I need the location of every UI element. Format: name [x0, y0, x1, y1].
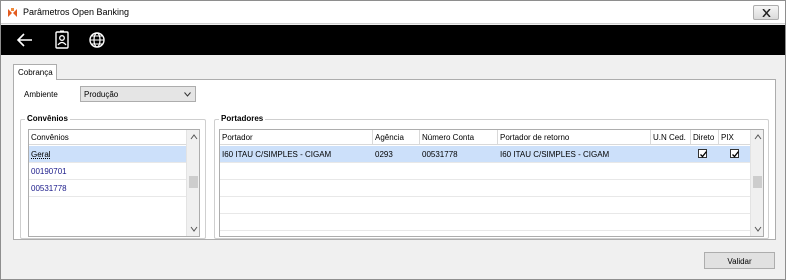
pix-checkbox[interactable]: [730, 149, 740, 158]
ambiente-value: Produção: [84, 90, 119, 99]
table-row-empty: [220, 180, 752, 197]
globe-icon: [89, 32, 105, 48]
table-row-empty: [220, 197, 752, 214]
tab-label: Cobrança: [18, 68, 53, 77]
table-row-empty: [220, 163, 752, 180]
scroll-down-icon[interactable]: [754, 225, 762, 233]
list-item[interactable]: 00190701: [29, 163, 188, 180]
column-header-portador-retorno[interactable]: Portador de retorno: [498, 130, 651, 145]
un-ced-cell: [651, 146, 691, 163]
portadores-scrollbar[interactable]: [750, 130, 763, 236]
column-header-agencia[interactable]: Agência: [373, 130, 420, 145]
convenios-scrollbar[interactable]: [186, 130, 199, 236]
convenio-cell: 00190701: [31, 167, 67, 176]
column-header-direto[interactable]: Direto: [691, 130, 719, 145]
back-arrow-icon: [16, 33, 32, 47]
table-row[interactable]: I60 ITAU C/SIMPLES - CIGAM 0293 00531778…: [220, 146, 752, 163]
tab-panel-cobranca: Ambiente Produção Convênios Convênios Ge…: [13, 79, 776, 240]
ambiente-label: Ambiente: [24, 90, 58, 99]
convenios-grid: Convênios Geral 00190701 00531778: [28, 129, 200, 237]
convenios-grid-header: Convênios: [29, 130, 188, 145]
column-header-un-ced[interactable]: U.N Ced.: [651, 130, 691, 145]
portadores-group: Portadores Portador Agência Número Conta…: [214, 114, 769, 239]
checkmark-icon: [700, 151, 708, 158]
scroll-up-icon[interactable]: [754, 133, 762, 141]
title-bar: Parâmetros Open Banking: [1, 1, 785, 24]
close-button[interactable]: [753, 5, 779, 20]
portador-cell: I60 ITAU C/SIMPLES - CIGAM: [222, 150, 332, 159]
convenios-group: Convênios Convênios Geral 00190701 00531…: [20, 114, 206, 239]
portadores-grid: Portador Agência Número Conta Portador d…: [219, 129, 764, 237]
close-icon: [762, 9, 771, 17]
agencia-cell: 0293: [375, 150, 393, 159]
contacts-button[interactable]: [51, 29, 73, 51]
list-item[interactable]: 00531778: [29, 180, 188, 197]
toolbar: [1, 25, 785, 55]
validar-button[interactable]: Validar: [704, 252, 775, 269]
main-window: Parâmetros Open Banking Cobrança Ambient…: [0, 0, 786, 280]
scroll-thumb[interactable]: [189, 176, 198, 188]
scroll-down-icon[interactable]: [190, 225, 198, 233]
convenio-cell: 00531778: [31, 184, 67, 193]
scroll-up-icon[interactable]: [190, 133, 198, 141]
column-header-convenios[interactable]: Convênios: [29, 130, 188, 145]
list-item[interactable]: Geral: [29, 146, 188, 163]
chevron-down-icon: [184, 92, 191, 97]
scroll-thumb[interactable]: [753, 176, 762, 188]
direto-checkbox[interactable]: [698, 149, 708, 158]
column-header-numero-conta[interactable]: Número Conta: [420, 130, 498, 145]
conta-cell: 00531778: [422, 150, 458, 159]
id-card-icon: [55, 30, 69, 49]
table-row-empty: [220, 214, 752, 231]
content-area: Cobrança Ambiente Produção Convênios Con…: [1, 55, 785, 279]
back-button[interactable]: [14, 29, 36, 51]
window-title: Parâmetros Open Banking: [23, 7, 130, 17]
column-header-pix[interactable]: PIX: [719, 130, 752, 145]
column-header-portador[interactable]: Portador: [220, 130, 373, 145]
checkmark-icon: [732, 151, 740, 158]
validar-label: Validar: [727, 257, 752, 266]
retorno-cell: I60 ITAU C/SIMPLES - CIGAM: [500, 150, 610, 159]
portadores-grid-header: Portador Agência Número Conta Portador d…: [220, 130, 752, 145]
convenios-group-title: Convênios: [25, 114, 70, 123]
tab-cobranca[interactable]: Cobrança: [13, 64, 57, 80]
portadores-group-title: Portadores: [219, 114, 266, 123]
web-button[interactable]: [86, 29, 108, 51]
ambiente-select[interactable]: Produção: [80, 86, 196, 102]
app-icon: [7, 7, 18, 18]
convenio-cell: Geral: [31, 150, 51, 159]
